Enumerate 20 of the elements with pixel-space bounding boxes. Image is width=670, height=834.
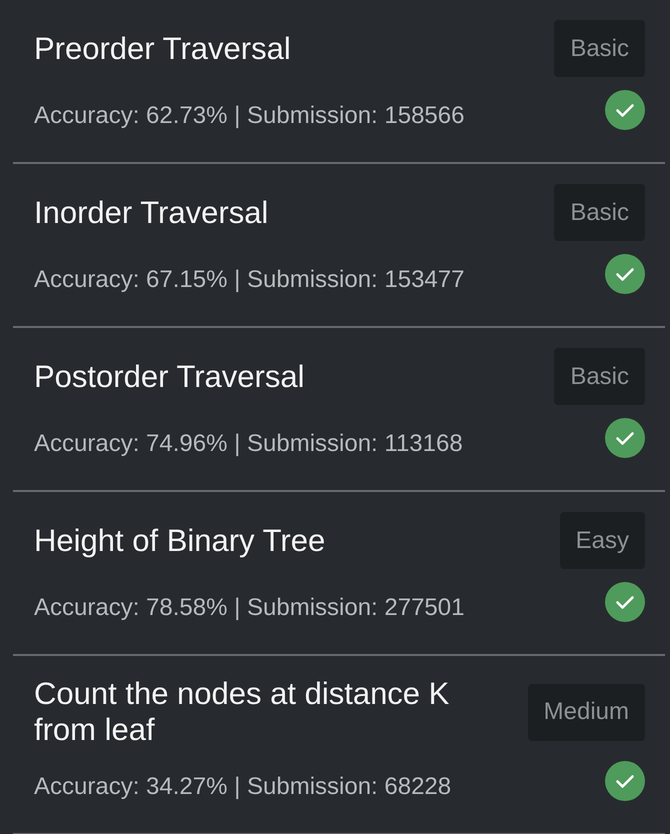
problem-stats: Accuracy: 34.27% | Submission: 68228: [34, 773, 452, 801]
problem-row[interactable]: Height of Binary Tree Easy Accuracy: 78.58% | Submission: 277501: [13, 492, 665, 656]
difficulty-tag: Basic: [554, 184, 645, 241]
difficulty-tag: Medium: [528, 684, 645, 740]
difficulty-tag: Easy: [560, 512, 645, 569]
problem-stats: Accuracy: 78.58% | Submission: 277501: [34, 594, 466, 622]
problem-stats: Accuracy: 74.96% | Submission: 113168: [34, 430, 464, 458]
difficulty-tag: Basic: [554, 20, 645, 77]
problem-stats: Accuracy: 67.15% | Submission: 153477: [34, 266, 466, 294]
problem-row[interactable]: Preorder Traversal Basic Accuracy: 62.73% | Submission: 158566: [13, 0, 665, 164]
problem-title: Count the nodes at distance K from leaf: [34, 676, 450, 748]
problem-stats: Accuracy: 62.73% | Submission: 158566: [34, 102, 466, 130]
problem-title: Inorder Traversal: [34, 194, 270, 230]
problem-title: Height of Binary Tree: [34, 522, 326, 558]
problem-row[interactable]: Count the nodes at distance K from leaf Medium Accuracy: 34.27% | Submission: 68228: [13, 656, 665, 834]
problem-title: Preorder Traversal: [34, 30, 292, 66]
difficulty-tag: Basic: [554, 348, 645, 405]
problem-row[interactable]: Inorder Traversal Basic Accuracy: 67.15% | Submission: 153477: [13, 164, 665, 328]
problem-row[interactable]: Postorder Traversal Basic Accuracy: 74.96% | Submission: 113168: [13, 328, 665, 492]
problem-title: Postorder Traversal: [34, 358, 306, 394]
